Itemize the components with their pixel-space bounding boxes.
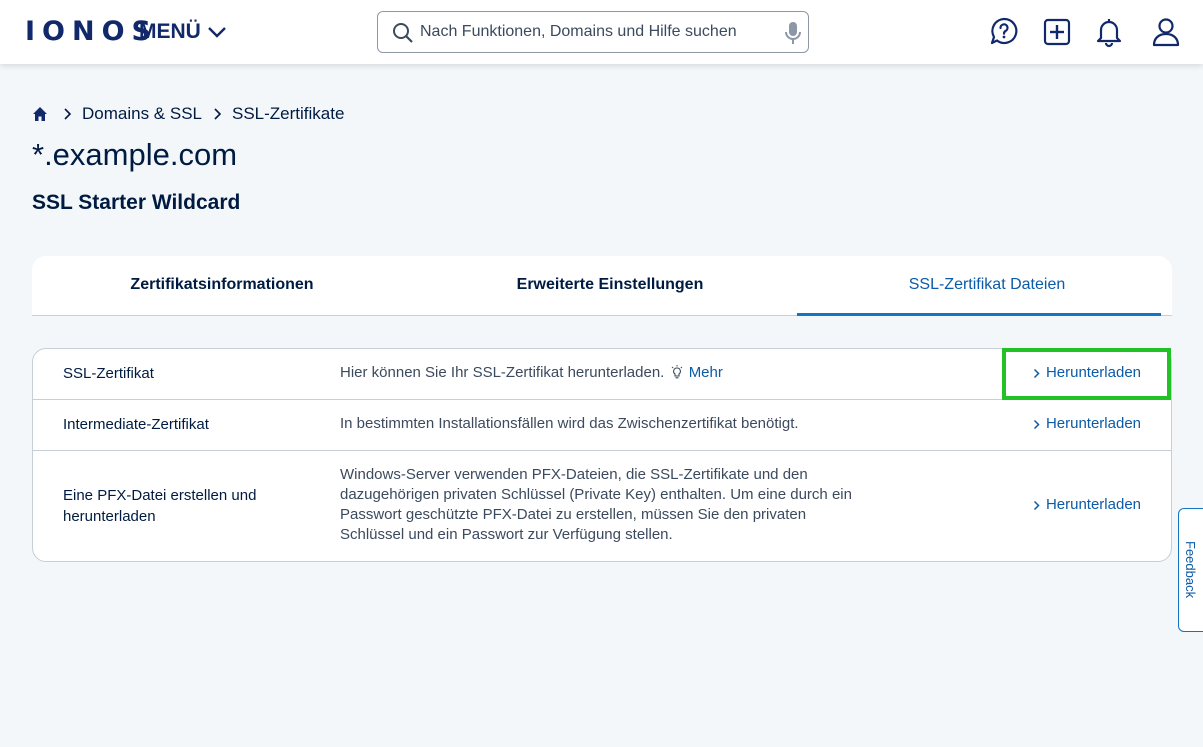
breadcrumb-domains-ssl[interactable]: Domains & SSL [82,104,202,124]
breadcrumb-ssl-zertifikate[interactable]: SSL-Zertifikate [232,104,344,124]
file-name: Eine PFX-Datei erstellen und herunterlad… [63,487,257,525]
menu-button[interactable]: MENÜ [139,18,227,46]
search-icon [393,23,413,43]
user-icon[interactable] [1151,16,1181,48]
certificate-files-list: SSL-Zertifikat Hier können Sie Ihr SSL-Z… [32,348,1172,562]
lightbulb-icon [671,365,682,379]
file-description: Windows-Server verwenden PFX-Dateien, di… [340,466,852,543]
chevron-right-icon [1033,500,1040,510]
download-button[interactable]: Herunterladen [1033,414,1141,434]
tab-ssl-zertifikat-dateien[interactable]: SSL-Zertifikat Dateien [797,256,1177,316]
feedback-button[interactable]: Feedback [1178,508,1203,632]
list-item: Intermediate-Zertifikat In bestimmten In… [33,400,1171,451]
product-subtitle: SSL Starter Wildcard [32,191,241,214]
list-item: SSL-Zertifikat Hier können Sie Ihr SSL-Z… [33,348,1171,400]
file-description: In bestimmten Installationsfällen wird d… [340,415,799,432]
help-chat-icon[interactable] [989,16,1019,48]
plus-square-icon[interactable] [1042,16,1072,48]
search-input[interactable] [420,20,770,44]
tab-zertifikatsinformationen[interactable]: Zertifikatsinformationen [32,256,412,314]
tab-erweiterte-einstellungen[interactable]: Erweiterte Einstellungen [420,256,800,314]
bell-icon[interactable] [1094,16,1124,48]
file-name: SSL-Zertifikat [63,365,154,382]
description-text: Hier können Sie Ihr SSL-Zertifikat herun… [340,364,665,381]
list-item: Eine PFX-Datei erstellen und herunterlad… [33,451,1171,561]
search-box[interactable] [377,11,809,53]
highlight-box [1002,348,1171,400]
file-description: Hier können Sie Ihr SSL-Zertifikat herun… [340,363,860,383]
menu-label: MENÜ [139,20,201,43]
page-title: *.example.com [32,137,238,172]
chevron-right-icon [1033,419,1040,429]
download-label: Herunterladen [1045,415,1141,432]
chevron-down-icon [207,27,226,38]
home-icon[interactable] [32,106,48,122]
microphone-icon[interactable] [783,21,803,45]
more-link[interactable]: Mehr [689,364,723,381]
download-label: Herunterladen [1045,496,1141,513]
file-name: Intermediate-Zertifikat [63,416,209,433]
chevron-right-icon [214,108,222,120]
breadcrumb: Domains & SSL SSL-Zertifikate [32,103,344,125]
feedback-label: Feedback [1183,541,1198,599]
chevron-right-icon [64,108,72,120]
tab-bar: Zertifikatsinformationen Erweiterte Eins… [32,256,1172,316]
top-bar: IONOS MENÜ [0,0,1203,64]
download-button[interactable]: Herunterladen [1033,495,1141,515]
